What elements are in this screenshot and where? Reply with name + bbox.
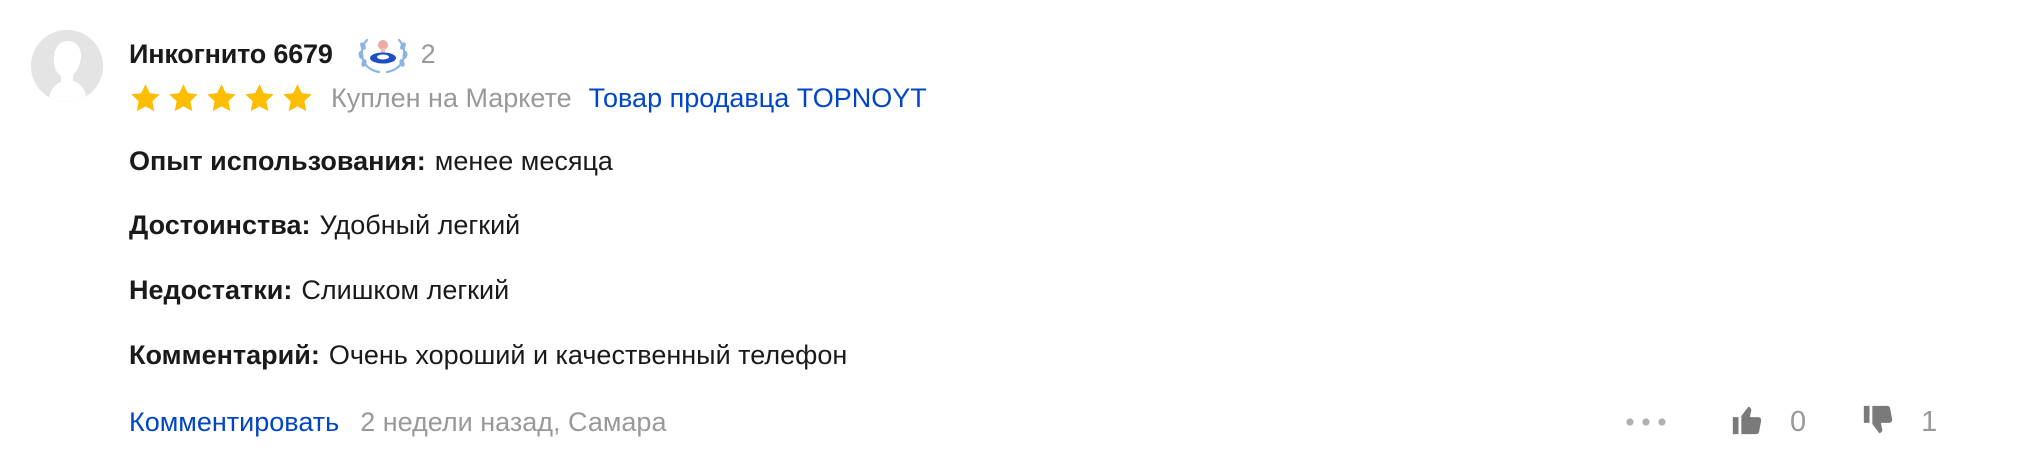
badge-count: 2: [420, 38, 436, 69]
like-button[interactable]: 0: [1730, 403, 1806, 442]
thumbs-up-icon: [1730, 403, 1764, 442]
more-dots-icon[interactable]: [1620, 400, 1672, 444]
thumbs-down-icon: [1861, 403, 1895, 442]
field-comment: Комментарий: Очень хороший и качественный…: [129, 337, 847, 373]
dislike-count: 1: [1921, 405, 1938, 438]
review-card: Инкогнито 6679 2 Куплен на Маркете Товар…: [0, 0, 2022, 474]
field-cons: Недостатки: Слишком легкий: [129, 272, 509, 308]
field-label: Комментарий:: [129, 340, 320, 370]
comment-link[interactable]: Комментировать: [129, 407, 339, 438]
field-experience: Опыт использования: менее месяца: [129, 143, 613, 179]
star-icon: [205, 82, 238, 115]
star-icon: [243, 82, 276, 115]
purchase-tag: Куплен на Маркете: [331, 82, 572, 113]
default-avatar-icon[interactable]: [31, 30, 103, 102]
review-actions: 0 1: [1620, 400, 1937, 444]
star-icon: [167, 82, 200, 115]
field-pros: Достоинства: Удобный легкий: [129, 207, 520, 243]
field-label: Достоинства:: [129, 210, 311, 240]
star-icon: [281, 82, 314, 115]
dislike-button[interactable]: 1: [1861, 403, 1937, 442]
review-footer: Комментировать 2 недели назад, Самара: [129, 402, 666, 442]
pacifier-laurel-icon[interactable]: [353, 34, 413, 74]
like-count: 0: [1790, 405, 1807, 438]
rating-row: Куплен на Маркете Товар продавца TOPNOYT: [129, 78, 927, 118]
author-name[interactable]: Инкогнито 6679: [129, 39, 333, 70]
review-date-location: 2 недели назад, Самара: [360, 406, 667, 437]
field-value: Слишком легкий: [301, 275, 510, 305]
author-row: Инкогнито 6679 2: [129, 34, 436, 74]
field-value: Удобный легкий: [319, 210, 521, 240]
seller-link[interactable]: Товар продавца TOPNOYT: [589, 83, 927, 114]
field-value: Очень хороший и качественный телефон: [328, 340, 848, 370]
field-value: менее месяца: [434, 146, 613, 176]
field-label: Опыт использования:: [129, 146, 426, 176]
rating-stars: [129, 82, 319, 115]
field-label: Недостатки:: [129, 275, 293, 305]
star-icon: [129, 82, 162, 115]
